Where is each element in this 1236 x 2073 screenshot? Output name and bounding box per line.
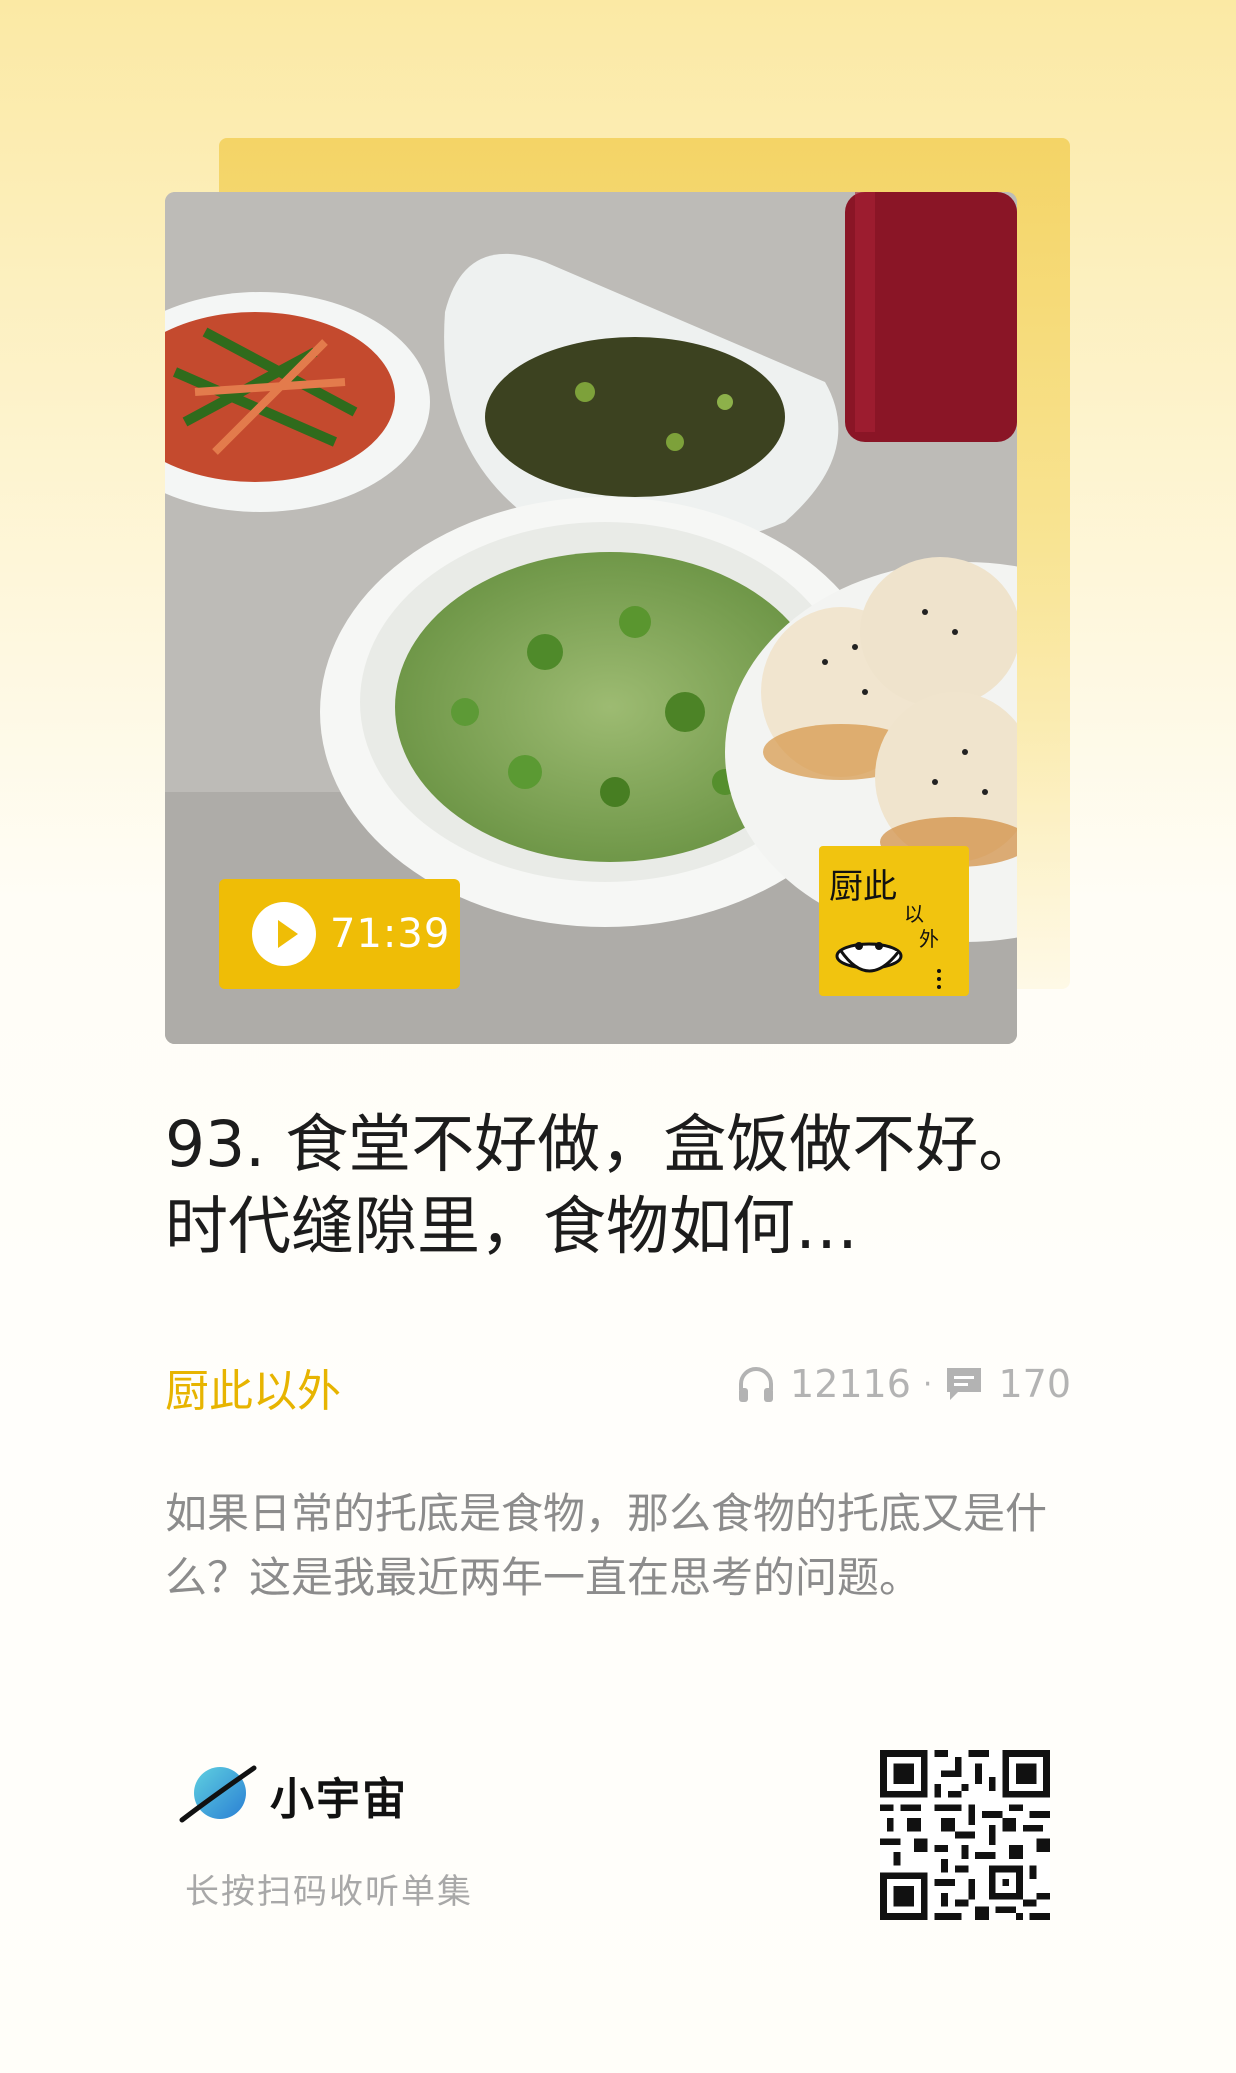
play-icon[interactable] (252, 902, 316, 966)
qr-code[interactable] (880, 1750, 1050, 1920)
comment-count: 170 (998, 1362, 1071, 1406)
episode-title: 93. 食堂不好做，盒饭做不好。时代缝隙里，食物如何… (165, 1108, 1042, 1263)
episode-cover[interactable]: 71:39 厨此 以 外 (165, 192, 1017, 1044)
headphones-icon (739, 1367, 774, 1402)
stats-separator: · (922, 1366, 933, 1402)
play-count: 12116 (790, 1362, 911, 1406)
svg-text:厨此: 厨此 (829, 867, 897, 907)
scan-hint: 长按扫码收听单集 (185, 1872, 473, 1912)
app-brand: 小宇宙 (178, 1760, 408, 1830)
episode-stats: 12116 · 170 (736, 1358, 1071, 1410)
podcast-logo: 厨此 以 外 (819, 846, 969, 996)
episode-duration: 71:39 (330, 911, 451, 957)
planet-logo-icon (179, 1765, 257, 1823)
app-name: 小宇宙 (270, 1774, 408, 1825)
episode-description: 如果日常的托底是食物，那么食物的托底又是什么？这是我最近两年一直在思考的问题。 (165, 1489, 1048, 1602)
podcast-name[interactable]: 厨此以外 (165, 1355, 341, 1419)
comment-icon (947, 1368, 982, 1400)
podcast-logo-art: 厨此 以 外 (829, 867, 941, 989)
play-duration-badge[interactable]: 71:39 (219, 879, 460, 989)
svg-text:以: 以 (904, 902, 924, 926)
svg-text:外: 外 (919, 927, 939, 951)
